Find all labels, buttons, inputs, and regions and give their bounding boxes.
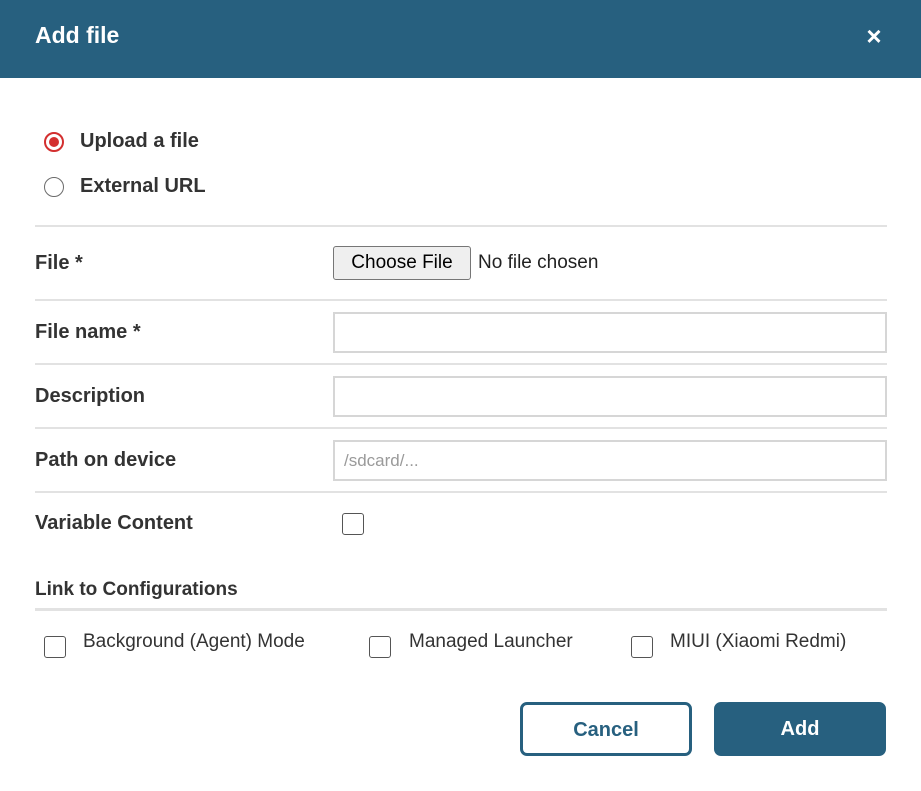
radio-external-url-row[interactable]: External URL (44, 175, 206, 198)
radio-upload-file-label: Upload a file (80, 130, 199, 152)
file-label: File * (35, 252, 83, 274)
radio-external-url-label: External URL (80, 175, 206, 197)
variable-content-label: Variable Content (35, 512, 193, 534)
radio-upload-file[interactable] (44, 131, 64, 152)
divider (35, 299, 887, 301)
close-icon[interactable]: × (865, 23, 883, 49)
add-file-dialog: Add file × Upload a file External URL Fi… (0, 0, 921, 791)
no-file-chosen-text: No file chosen (478, 252, 599, 273)
file-name-input[interactable] (333, 312, 887, 353)
add-button[interactable]: Add (714, 702, 886, 756)
cancel-button[interactable]: Cancel (520, 702, 692, 756)
radio-external-url[interactable] (44, 176, 64, 197)
path-on-device-label: Path on device (35, 449, 177, 471)
path-on-device-input[interactable] (333, 440, 887, 481)
divider (35, 608, 887, 611)
divider (35, 491, 887, 493)
dialog-title: Add file (35, 22, 120, 48)
config-label-background-agent-mode: Background (Agent) Mode (83, 631, 305, 652)
radio-upload-file-row[interactable]: Upload a file (44, 130, 199, 153)
divider (35, 363, 887, 365)
link-to-configurations-title: Link to Configurations (35, 579, 238, 600)
variable-content-checkbox[interactable] (342, 513, 364, 535)
divider (35, 225, 887, 227)
description-input[interactable] (333, 376, 887, 417)
config-checkbox-managed-launcher[interactable] (369, 636, 391, 658)
config-checkbox-miui[interactable] (631, 636, 653, 658)
choose-file-button[interactable]: Choose File (333, 246, 471, 280)
dialog-header: Add file × (0, 0, 921, 78)
divider (35, 427, 887, 429)
description-label: Description (35, 385, 146, 407)
config-label-managed-launcher: Managed Launcher (409, 631, 573, 652)
config-checkbox-background-agent-mode[interactable] (44, 636, 66, 658)
config-label-miui: MIUI (Xiaomi Redmi) (670, 631, 847, 652)
file-name-label: File name * (35, 321, 141, 343)
